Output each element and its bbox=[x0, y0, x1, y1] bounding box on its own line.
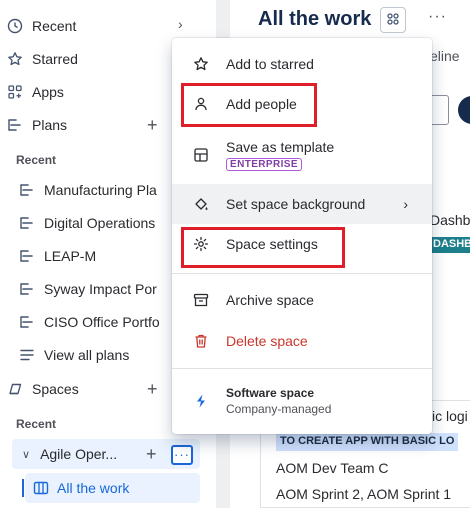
sidebar-item-starred[interactable]: Starred bbox=[6, 47, 78, 71]
software-space-icon bbox=[192, 392, 210, 410]
space-type-text: Software space Company-managed bbox=[226, 386, 331, 416]
archive-icon bbox=[192, 291, 210, 309]
space-item-label: Agile Oper... bbox=[40, 446, 118, 462]
plan-item-label: LEAP-M bbox=[44, 248, 97, 264]
enterprise-badge: ENTERPRISE bbox=[226, 158, 302, 171]
add-plan-plus-icon[interactable]: + bbox=[147, 116, 158, 134]
plans-recent-label: Recent bbox=[16, 153, 57, 167]
apps-icon bbox=[6, 83, 24, 101]
menu-item-set-space-background[interactable]: Set space background › bbox=[172, 184, 432, 224]
space-type-subtitle: Company-managed bbox=[226, 402, 332, 416]
sidebar-item-spaces[interactable]: Spaces bbox=[6, 377, 79, 401]
plans-icon bbox=[18, 247, 36, 265]
sidebar-item-recent[interactable]: Recent bbox=[6, 14, 76, 38]
sidebar-item-apps[interactable]: Apps bbox=[6, 80, 64, 104]
menu-item-text: Save as template ENTERPRISE bbox=[226, 139, 334, 171]
clock-icon bbox=[6, 17, 24, 35]
more-actions-icon[interactable]: ··· bbox=[428, 8, 447, 26]
team-label: AOM Dev Team C bbox=[276, 460, 389, 476]
menu-item-space-type: Software space Company-managed bbox=[172, 380, 432, 422]
person-icon bbox=[192, 95, 210, 113]
menu-divider bbox=[172, 273, 432, 274]
paint-bucket-icon bbox=[192, 195, 210, 213]
menu-item-label: Set space background bbox=[226, 196, 366, 212]
menu-item-label: Add people bbox=[226, 96, 297, 112]
add-to-space-plus-icon[interactable]: + bbox=[146, 444, 157, 465]
menu-item-label: Archive space bbox=[226, 292, 314, 308]
view-all-plans-label: View all plans bbox=[44, 347, 130, 363]
team-icon bbox=[385, 11, 401, 30]
plans-icon bbox=[18, 313, 36, 331]
selected-indicator bbox=[22, 479, 24, 497]
space-actions-menu: Add to starred Add people Save as templa… bbox=[172, 38, 432, 434]
add-space-plus-icon[interactable]: + bbox=[147, 380, 158, 398]
star-icon bbox=[6, 50, 24, 68]
tab-timeline[interactable]: eline bbox=[430, 48, 460, 64]
menu-item-label: Save as template bbox=[226, 139, 335, 155]
status-badge: DASHB bbox=[430, 237, 470, 253]
menu-item-label: Add to starred bbox=[226, 56, 314, 72]
plan-item-label: CISO Office Portfo bbox=[44, 314, 160, 330]
star-icon bbox=[192, 55, 210, 73]
plan-item[interactable]: Syway Impact Por bbox=[18, 278, 193, 300]
page-title: All the work bbox=[258, 8, 372, 30]
menu-item-archive-space[interactable]: Archive space bbox=[172, 284, 432, 316]
sidebar-item-label: Plans bbox=[32, 117, 68, 133]
spaces-icon bbox=[6, 380, 24, 398]
menu-item-space-settings[interactable]: Space settings bbox=[172, 228, 432, 260]
spaces-recent-label: Recent bbox=[16, 417, 57, 431]
sprint-label: AOM Sprint 2, AOM Sprint 1 bbox=[276, 486, 452, 502]
plans-icon bbox=[6, 116, 24, 134]
sidebar-item-plans[interactable]: Plans bbox=[6, 113, 67, 137]
chevron-down-icon[interactable]: ∨ bbox=[22, 448, 30, 461]
plan-item[interactable]: CISO Office Portfo bbox=[18, 311, 193, 333]
template-icon bbox=[192, 146, 210, 164]
plans-icon bbox=[18, 214, 36, 232]
menu-item-label: Delete space bbox=[226, 333, 308, 349]
plan-item-label: Digital Operations bbox=[44, 215, 156, 231]
menu-item-add-people[interactable]: Add people bbox=[172, 88, 432, 120]
plans-icon bbox=[18, 280, 36, 298]
plan-item[interactable]: LEAP-M bbox=[18, 245, 193, 267]
status-badge: TO CREATE APP WITH BASIC LO bbox=[276, 433, 459, 451]
row-text: ic logi bbox=[432, 408, 468, 424]
plan-item[interactable]: Digital Operations bbox=[18, 212, 193, 234]
plan-item-label: Syway Impact Por bbox=[44, 281, 157, 297]
plans-icon bbox=[18, 181, 36, 199]
menu-item-add-to-starred[interactable]: Add to starred bbox=[172, 48, 432, 80]
sidebar-item-label: Starred bbox=[32, 51, 78, 67]
chevron-right-icon[interactable]: › bbox=[178, 16, 183, 32]
team-button[interactable] bbox=[380, 7, 406, 33]
menu-divider bbox=[172, 368, 432, 369]
menu-item-label: Space settings bbox=[226, 236, 318, 252]
sidebar-item-label: All the work bbox=[57, 480, 130, 496]
space-more-actions-button[interactable]: ··· bbox=[171, 445, 193, 465]
sidebar-item-label: Apps bbox=[32, 84, 64, 100]
sidebar-item-label: Spaces bbox=[32, 381, 79, 397]
row-text: Dashb bbox=[430, 212, 470, 228]
sidebar-item-label: Recent bbox=[32, 18, 77, 34]
plan-item[interactable]: Manufacturing Pla bbox=[18, 179, 193, 201]
space-type-title: Software space bbox=[226, 386, 315, 400]
table-icon bbox=[33, 480, 49, 496]
plan-item-label: Manufacturing Pla bbox=[44, 182, 157, 198]
view-all-plans[interactable]: View all plans bbox=[18, 344, 193, 366]
avatar[interactable] bbox=[458, 96, 470, 124]
menu-item-save-as-template[interactable]: Save as template ENTERPRISE bbox=[172, 132, 432, 178]
sidebar-item-all-the-work[interactable]: All the work bbox=[25, 473, 200, 503]
chevron-right-icon: › bbox=[403, 196, 408, 212]
trash-icon bbox=[192, 332, 210, 350]
list-icon bbox=[18, 346, 36, 364]
menu-item-delete-space[interactable]: Delete space bbox=[172, 325, 432, 357]
gear-icon bbox=[192, 235, 210, 253]
